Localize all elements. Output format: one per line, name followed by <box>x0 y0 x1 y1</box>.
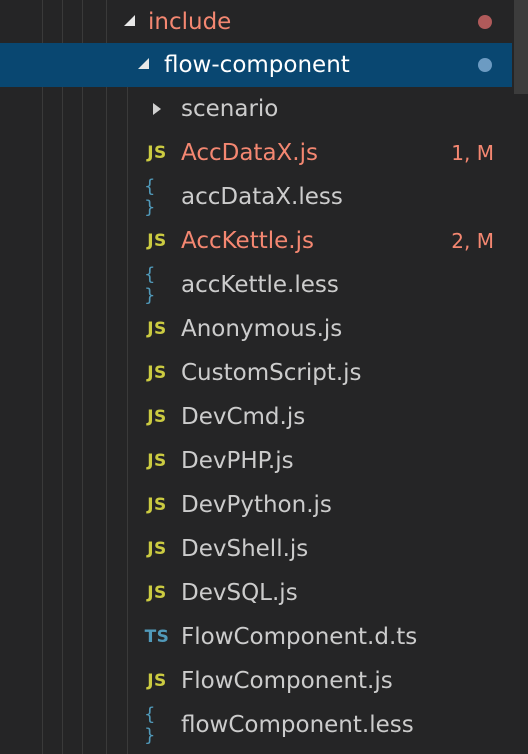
tree-item-file[interactable]: JS DevPython.js <box>0 483 512 527</box>
file-label: FlowComponent.d.ts <box>181 624 418 650</box>
file-label: AccKettle.js <box>181 228 314 254</box>
file-explorer: include flow-component scenario JS AccDa… <box>0 0 528 754</box>
tree-item-file[interactable]: JS DevCmd.js <box>0 395 512 439</box>
tree-item-file[interactable]: JS DevShell.js <box>0 527 512 571</box>
tree-item-file[interactable]: JS AccDataX.js 1, M <box>0 131 512 175</box>
tree-item-file[interactable]: JS DevSQL.js <box>0 571 512 615</box>
file-label: DevPHP.js <box>181 448 294 474</box>
tree-item-file[interactable]: { } accKettle.less <box>0 263 512 307</box>
file-label: DevPython.js <box>181 492 332 518</box>
file-label: DevCmd.js <box>181 404 306 430</box>
file-label: AccDataX.js <box>181 140 318 166</box>
js-icon: JS <box>147 583 167 603</box>
file-label: FlowComponent.js <box>181 668 393 694</box>
file-label: DevSQL.js <box>181 580 298 606</box>
file-label: accKettle.less <box>181 272 339 298</box>
file-label: DevShell.js <box>181 536 309 562</box>
tree-item-flow-component-folder[interactable]: flow-component <box>0 43 512 87</box>
js-icon: JS <box>147 319 167 339</box>
modified-status-dot-icon <box>478 58 492 72</box>
file-label: flowComponent.less <box>181 712 414 738</box>
js-icon: JS <box>147 231 167 251</box>
js-icon: JS <box>147 143 167 163</box>
scrollbar-thumb[interactable] <box>514 0 528 94</box>
chevron-expanded-icon[interactable] <box>120 0 138 44</box>
js-icon: JS <box>147 451 167 471</box>
chevron-collapsed-icon[interactable] <box>148 87 166 131</box>
folder-label: scenario <box>181 96 279 122</box>
tree-item-file[interactable]: JS AccKettle.js 2, M <box>0 219 512 263</box>
file-label: CustomScript.js <box>181 360 362 386</box>
problem-badge: 1, M <box>451 141 494 165</box>
tree-item-file[interactable]: JS DevPHP.js <box>0 439 512 483</box>
less-braces-icon: { } <box>144 264 156 306</box>
less-braces-icon: { } <box>144 704 156 746</box>
ts-icon: TS <box>144 627 170 647</box>
file-label: accDataX.less <box>181 184 343 210</box>
tree-item-file[interactable]: { } flowComponent.less <box>0 703 512 747</box>
js-icon: JS <box>147 407 167 427</box>
js-icon: JS <box>147 495 167 515</box>
chevron-expanded-icon[interactable] <box>134 43 152 87</box>
file-label: Anonymous.js <box>181 316 343 342</box>
tree-item-file[interactable]: { } accDataX.less <box>0 175 512 219</box>
problem-badge: 2, M <box>451 229 494 253</box>
js-icon: JS <box>147 539 167 559</box>
js-icon: JS <box>147 671 167 691</box>
folder-label: flow-component <box>164 52 350 78</box>
folder-label: include <box>148 9 232 35</box>
tree-item-file[interactable]: JS CustomScript.js <box>0 351 512 395</box>
tree-item-include-folder[interactable]: include <box>0 0 512 44</box>
error-status-dot-icon <box>478 15 492 29</box>
tree-item-scenario-folder[interactable]: scenario <box>0 87 512 131</box>
tree-item-file[interactable]: JS Anonymous.js <box>0 307 512 351</box>
js-icon: JS <box>147 363 167 383</box>
less-braces-icon: { } <box>144 176 156 218</box>
tree-item-file[interactable]: JS FlowComponent.js <box>0 659 512 703</box>
tree-item-file[interactable]: TS FlowComponent.d.ts <box>0 615 512 659</box>
